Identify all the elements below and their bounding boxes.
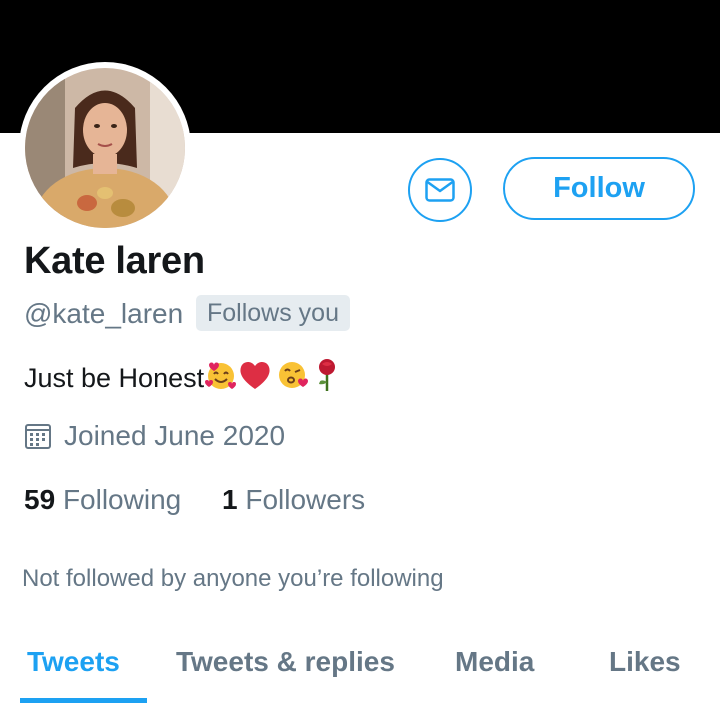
follow-button[interactable]: Follow [503,157,695,220]
message-button[interactable] [408,158,472,222]
avatar-photo [25,68,185,228]
followers-link[interactable]: 1 Followers [222,484,365,515]
calendar-icon [24,422,52,450]
envelope-icon [425,178,455,202]
follow-stats: 59 Following 1 Followers [24,484,398,516]
bio: Just be Honest [24,358,338,399]
bio-text: Just be Honest [24,363,205,393]
smiling-face-with-hearts-icon [204,358,238,399]
tab-likes[interactable]: Likes [609,646,681,678]
red-heart-icon [238,359,272,398]
followers-count: 1 [222,484,238,515]
tab-media[interactable]: Media [455,646,534,678]
profile-tabs: Tweets Tweets & replies Media Likes [0,640,720,703]
follows-you-badge: Follows you [196,295,350,331]
tab-tweets-and-replies[interactable]: Tweets & replies [176,646,395,678]
followed-by-note: Not followed by anyone you’re following [22,565,444,592]
avatar[interactable] [19,62,191,234]
joined-date: Joined June 2020 [24,420,285,452]
active-tab-indicator [20,698,147,703]
following-count: 59 [24,484,56,515]
tab-tweets[interactable]: Tweets [27,646,120,678]
rose-icon [316,358,338,399]
face-blowing-kiss-icon [276,358,310,399]
display-name: Kate laren [24,240,205,282]
joined-text: Joined June 2020 [64,420,286,451]
user-handle: @kate_laren [24,298,184,329]
followers-label: Followers [245,484,366,515]
following-label: Following [62,484,182,515]
following-link[interactable]: 59 Following [24,484,181,515]
